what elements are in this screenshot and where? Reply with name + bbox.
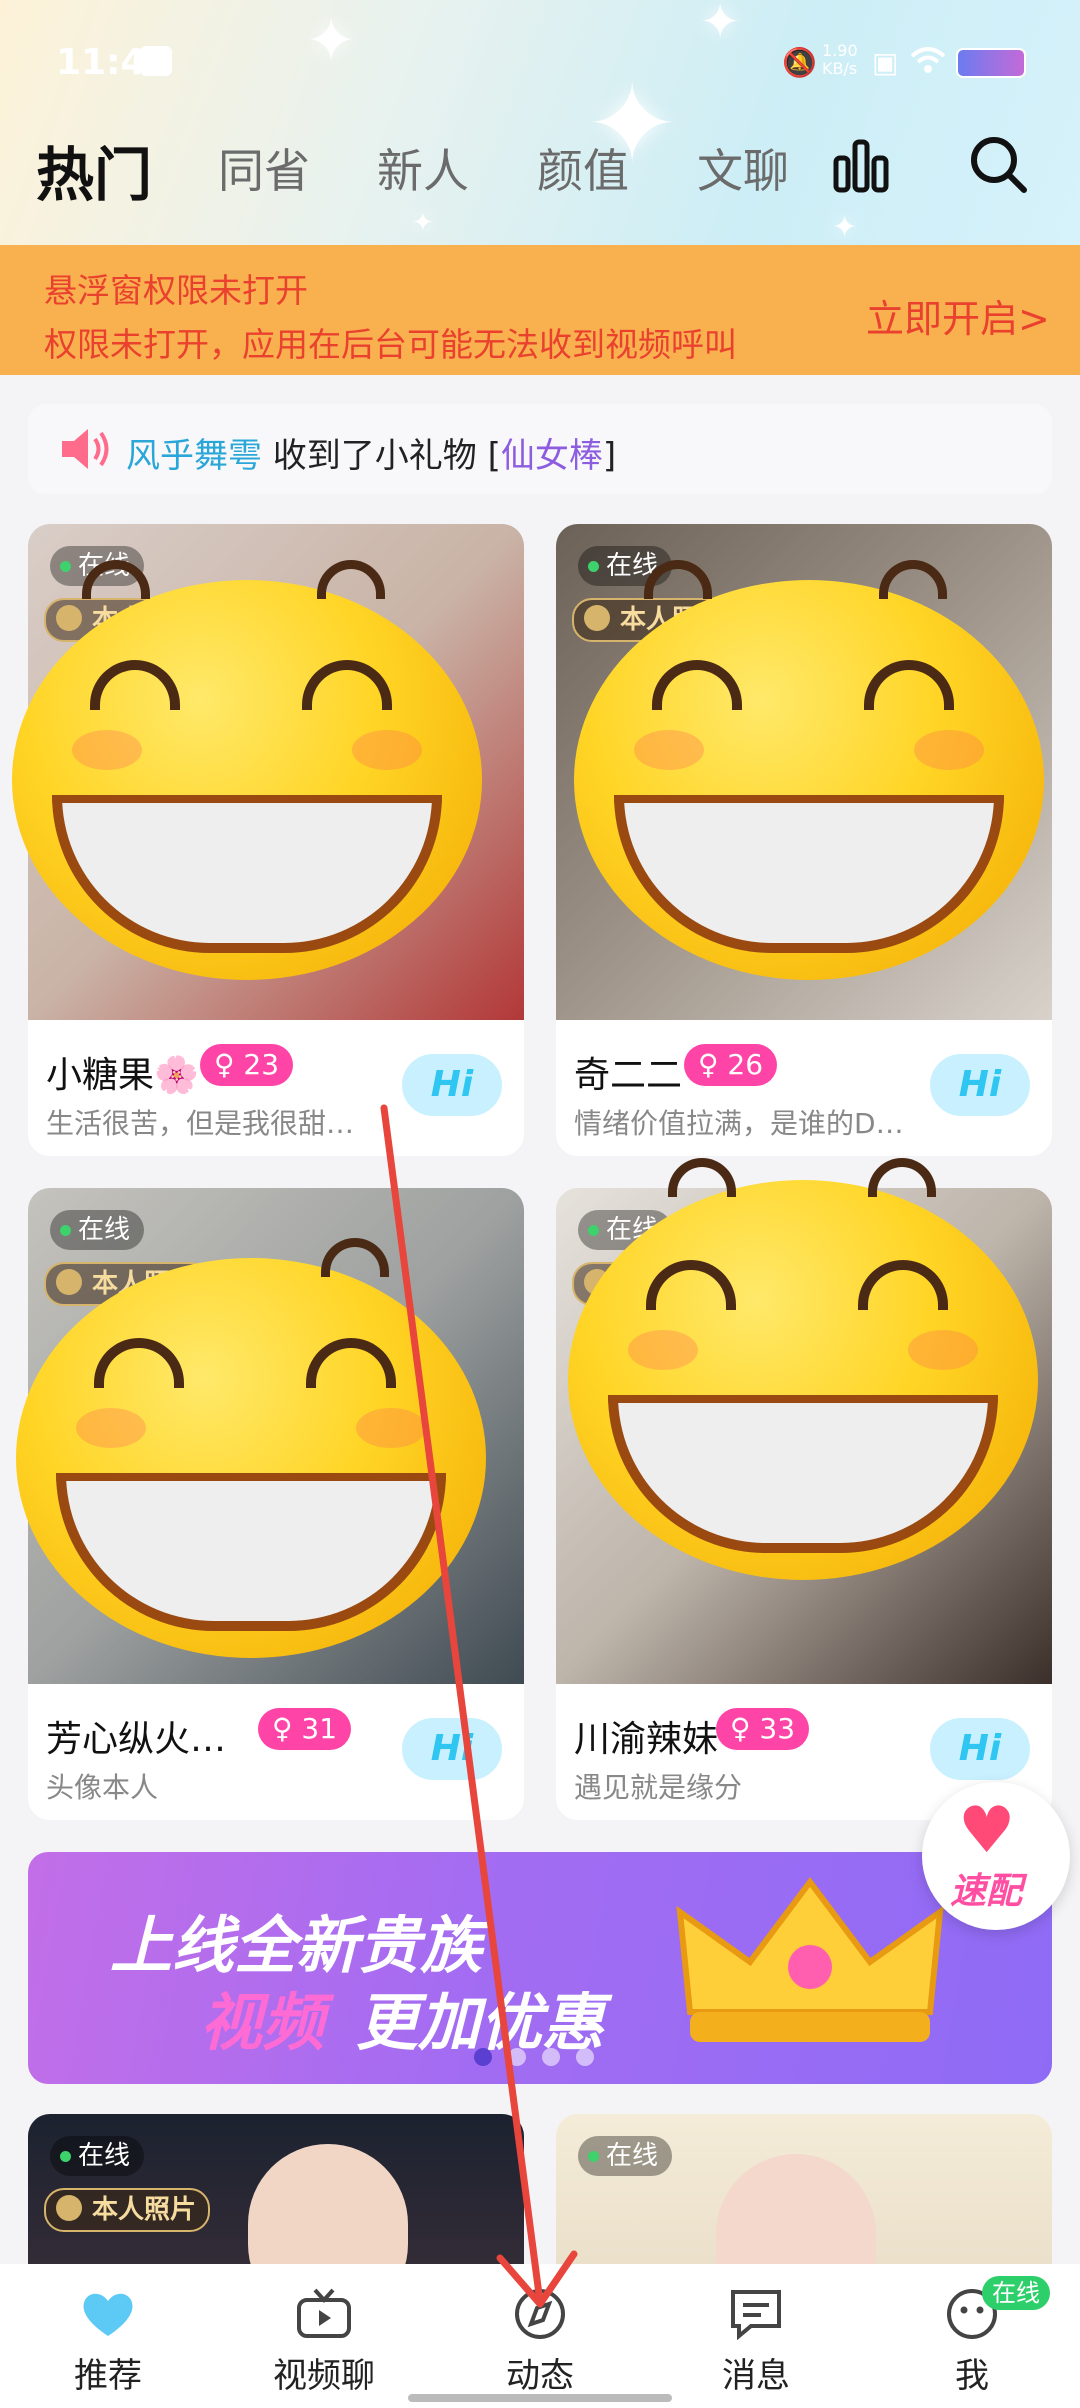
user-name: 小糖果🌸 bbox=[46, 1055, 199, 1096]
nav-label: 视频聊 bbox=[273, 2356, 375, 2396]
promo-highlight: 视频 bbox=[200, 1986, 325, 2059]
user-name: 川渝辣妹 bbox=[574, 1719, 719, 1760]
crown-icon bbox=[676, 1877, 944, 2042]
user-signature: 情绪价值拉满，是谁的DN… bbox=[574, 1107, 904, 1140]
say-hi-button[interactable]: Hi bbox=[930, 1718, 1030, 1780]
heart-icon: ♥ bbox=[958, 1794, 1016, 1868]
network-speed: 1.90 KB/s bbox=[822, 41, 858, 78]
say-hi-button[interactable]: Hi bbox=[402, 1054, 502, 1116]
tab-looks[interactable]: 颜值 bbox=[537, 135, 629, 201]
carousel-dot[interactable] bbox=[576, 2048, 594, 2066]
permission-title: 悬浮窗权限未打开 bbox=[44, 271, 308, 310]
user-name: 奇二二 bbox=[574, 1055, 683, 1096]
quick-match-label: 速配 bbox=[950, 1871, 1023, 1912]
gift-notice-text: 风乎舞雩 收到了小礼物 [仙女棒] bbox=[126, 428, 616, 477]
wifi-icon bbox=[910, 46, 946, 76]
gift-notice-end: ] bbox=[602, 436, 617, 476]
grinning-emoji-overlay bbox=[574, 560, 1044, 980]
carousel-dot-active[interactable] bbox=[474, 2048, 492, 2066]
sparkle-decoration: ✦ bbox=[306, 6, 357, 76]
sim-icon: ▣ bbox=[872, 46, 899, 79]
tab-newcomers[interactable]: 新人 bbox=[377, 135, 469, 201]
grinning-emoji-overlay bbox=[16, 1238, 486, 1658]
speaker-icon bbox=[58, 424, 114, 478]
nav-video-chat[interactable]: 视频聊 bbox=[244, 2270, 404, 2397]
gift-sender-name[interactable]: 风乎舞雩 bbox=[126, 436, 262, 476]
nav-moments[interactable]: 动态 bbox=[460, 2270, 620, 2397]
grinning-emoji-overlay bbox=[12, 560, 482, 980]
sparkle-decoration: ✦ bbox=[700, 0, 741, 50]
mute-icon: 🔕 bbox=[782, 46, 817, 79]
grinning-emoji-overlay bbox=[568, 1158, 1038, 1580]
tab-hot[interactable]: 热门 bbox=[36, 128, 152, 212]
user-signature: 头像本人 bbox=[46, 1771, 159, 1804]
tv-icon bbox=[297, 2288, 351, 2338]
user-signature: 生活很苦，但是我很甜哦～ bbox=[46, 1107, 376, 1140]
carousel-dot[interactable] bbox=[542, 2048, 560, 2066]
tab-same-province[interactable]: 同省 bbox=[218, 135, 310, 201]
compass-icon bbox=[515, 2289, 565, 2339]
tab-text-chat[interactable]: 文聊 bbox=[697, 135, 789, 201]
sparkle-decoration: ✦ bbox=[832, 210, 858, 245]
bar-chart-icon[interactable] bbox=[832, 136, 890, 198]
permission-description: 权限未打开，应用在后台可能无法收到视频呼叫 bbox=[44, 325, 737, 364]
age-badge: ♀ 31 bbox=[258, 1708, 352, 1750]
nav-label: 推荐 bbox=[74, 2356, 142, 2396]
message-icon bbox=[731, 2290, 781, 2340]
gift-notice-message: 收到了小礼物 [ bbox=[262, 436, 501, 476]
user-name: 芳心纵火… bbox=[46, 1719, 227, 1760]
online-status-badge: 在线 bbox=[982, 2276, 1050, 2310]
age-badge: ♀ 23 bbox=[200, 1044, 294, 1086]
sparkle-decoration: ✦ bbox=[412, 208, 434, 238]
heart-chat-icon bbox=[83, 2293, 133, 2336]
say-hi-button[interactable]: Hi bbox=[402, 1718, 502, 1780]
verified-photo-badge: 本人照片 bbox=[44, 2188, 211, 2232]
notification-icon bbox=[140, 46, 172, 76]
home-indicator[interactable] bbox=[408, 2394, 672, 2402]
online-badge: 在线 bbox=[50, 1210, 145, 1250]
header-background: ✦ ✦ ✦ ✦ ✦ bbox=[0, 0, 1080, 245]
nav-messages[interactable]: 消息 bbox=[676, 2270, 836, 2397]
nav-label: 我 bbox=[955, 2356, 989, 2396]
nav-label: 动态 bbox=[506, 2356, 574, 2396]
gift-item-name: 仙女棒 bbox=[500, 436, 603, 476]
age-badge: ♀ 26 bbox=[684, 1044, 778, 1086]
search-icon[interactable] bbox=[966, 132, 1030, 200]
say-hi-button[interactable]: Hi bbox=[930, 1054, 1030, 1116]
age-badge: ♀ 33 bbox=[716, 1708, 810, 1750]
online-badge: 在线 bbox=[50, 2136, 145, 2176]
online-badge: 在线 bbox=[578, 2136, 673, 2176]
carousel-dot[interactable] bbox=[508, 2048, 526, 2066]
user-signature: 遇见就是缘分 bbox=[574, 1771, 743, 1804]
battery-icon bbox=[956, 48, 1026, 78]
open-permission-link[interactable]: 立即开启> bbox=[866, 288, 1050, 343]
nav-recommend[interactable]: 推荐 bbox=[28, 2270, 188, 2397]
nav-label: 消息 bbox=[722, 2356, 790, 2396]
